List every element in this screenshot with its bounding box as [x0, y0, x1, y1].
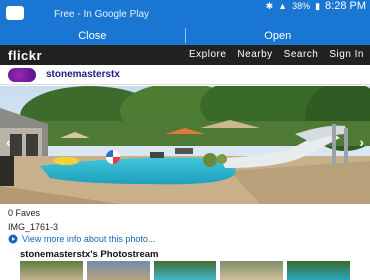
- avatar[interactable]: [8, 68, 36, 82]
- thumbnail[interactable]: [153, 261, 217, 280]
- owner-name[interactable]: stonemasterstx: [46, 69, 120, 80]
- battery-level: 38%: [292, 1, 311, 11]
- play-circle-icon: [8, 234, 18, 244]
- more-info-text: View more info about this photo...: [22, 234, 156, 244]
- nav-nearby[interactable]: Nearby: [237, 49, 272, 60]
- thumbnail[interactable]: [287, 261, 350, 280]
- thumbnail[interactable]: [86, 261, 150, 280]
- main-photo[interactable]: [0, 86, 370, 204]
- photo-title: IMG_1761-3: [8, 222, 59, 232]
- nav-links: Explore Nearby Search Sign In: [189, 49, 364, 60]
- close-button[interactable]: Close: [0, 26, 185, 45]
- status-bar: ✱ ▲ 38% ▮ 8:28 PM: [0, 0, 370, 12]
- thumbnail[interactable]: [20, 261, 83, 280]
- top-nav: flickr Explore Nearby Search Sign In: [0, 45, 370, 65]
- open-button[interactable]: Open: [186, 26, 370, 45]
- thumbnail[interactable]: [220, 261, 284, 280]
- photostream-thumbnails: [20, 261, 350, 280]
- flickr-logo[interactable]: flickr: [8, 48, 42, 63]
- nav-sign-in[interactable]: Sign In: [329, 49, 364, 60]
- nav-search[interactable]: Search: [284, 49, 319, 60]
- nav-explore[interactable]: Explore: [189, 49, 226, 60]
- prev-photo-icon[interactable]: ‹: [6, 134, 11, 150]
- pool-photo-image: [0, 86, 370, 204]
- battery-icon: ▮: [315, 0, 321, 11]
- bluetooth-icon: ✱: [265, 0, 274, 11]
- status-icons: ✱ ▲ 38% ▮ 8:28 PM: [266, 0, 366, 12]
- owner-row: stonemasterstx: [0, 65, 370, 85]
- promo-actions: Close Open: [0, 26, 370, 45]
- signal-icon: ▲: [278, 1, 288, 11]
- more-info-link[interactable]: View more info about this photo...: [8, 234, 155, 244]
- faves-count: 0 Faves: [8, 208, 41, 218]
- next-photo-icon[interactable]: ›: [359, 134, 364, 150]
- photostream-title: stonemasterstx's Photostream: [20, 249, 159, 260]
- clock: 8:28 PM: [325, 0, 366, 12]
